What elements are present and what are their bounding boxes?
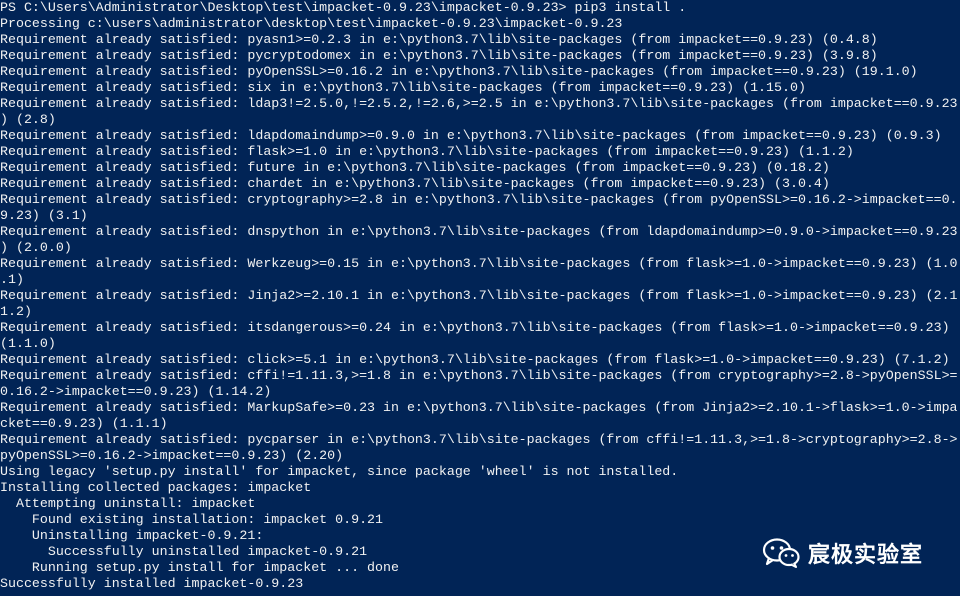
- terminal-line: Requirement already satisfied: MarkupSaf…: [0, 400, 958, 415]
- watermark-text: 宸极实验室: [808, 543, 924, 568]
- terminal-line: pyOpenSSL>=0.16.2->impacket==0.9.23) (2.…: [0, 448, 344, 463]
- terminal-line: Requirement already satisfied: Werkzeug>…: [0, 256, 958, 271]
- terminal-line: (1.1.0): [0, 336, 56, 351]
- terminal-line: 0.16.2->impacket==0.9.23) (1.14.2): [0, 384, 272, 399]
- terminal-line: Requirement already satisfied: pyasn1>=0…: [0, 32, 878, 47]
- terminal-line: 1.2): [0, 304, 32, 319]
- terminal-line: Requirement already satisfied: pyOpenSSL…: [0, 64, 918, 79]
- terminal-line: 9.23) (3.1): [0, 208, 88, 223]
- terminal-line: Requirement already satisfied: ldapdomai…: [0, 128, 942, 143]
- terminal-line: .1): [0, 272, 24, 287]
- terminal-line: Requirement already satisfied: pycryptod…: [0, 48, 878, 63]
- terminal-output: PS C:\Users\Administrator\Desktop\test\i…: [0, 0, 958, 592]
- terminal-line: Requirement already satisfied: cffi!=1.1…: [0, 368, 958, 383]
- terminal-line: ) (2.8): [0, 112, 56, 127]
- terminal-line: Requirement already satisfied: ldap3!=2.…: [0, 96, 958, 111]
- terminal-line: Processing c:\users\administrator\deskto…: [0, 16, 623, 31]
- terminal-line: Attempting uninstall: impacket: [0, 496, 256, 511]
- terminal-line: Requirement already satisfied: flask>=1.…: [0, 144, 854, 159]
- terminal-line: Requirement already satisfied: six in e:…: [0, 80, 806, 95]
- terminal-line: Requirement already satisfied: cryptogra…: [0, 192, 958, 207]
- terminal-line: Installing collected packages: impacket: [0, 480, 312, 495]
- terminal-line: cket==0.9.23) (1.1.1): [0, 416, 168, 431]
- terminal-line: Found existing installation: impacket 0.…: [0, 512, 384, 527]
- powershell-terminal[interactable]: PS C:\Users\Administrator\Desktop\test\i…: [0, 0, 960, 596]
- terminal-line: ) (2.0.0): [0, 240, 72, 255]
- terminal-line: Requirement already satisfied: itsdanger…: [0, 320, 950, 335]
- terminal-line: Successfully installed impacket-0.9.23: [0, 576, 304, 591]
- terminal-line: Requirement already satisfied: click>=5.…: [0, 352, 950, 367]
- terminal-line: Requirement already satisfied: future in…: [0, 160, 830, 175]
- terminal-line: Requirement already satisfied: Jinja2>=2…: [0, 288, 958, 303]
- terminal-line: Requirement already satisfied: dnspython…: [0, 224, 958, 239]
- terminal-line: Requirement already satisfied: pycparser…: [0, 432, 958, 447]
- wechat-icon: [762, 538, 800, 568]
- terminal-line: PS C:\Users\Administrator\Desktop\test\i…: [0, 0, 687, 15]
- terminal-line: Using legacy 'setup.py install' for impa…: [0, 464, 679, 479]
- watermark: 宸极实验室: [762, 536, 923, 570]
- terminal-line: Requirement already satisfied: chardet i…: [0, 176, 830, 191]
